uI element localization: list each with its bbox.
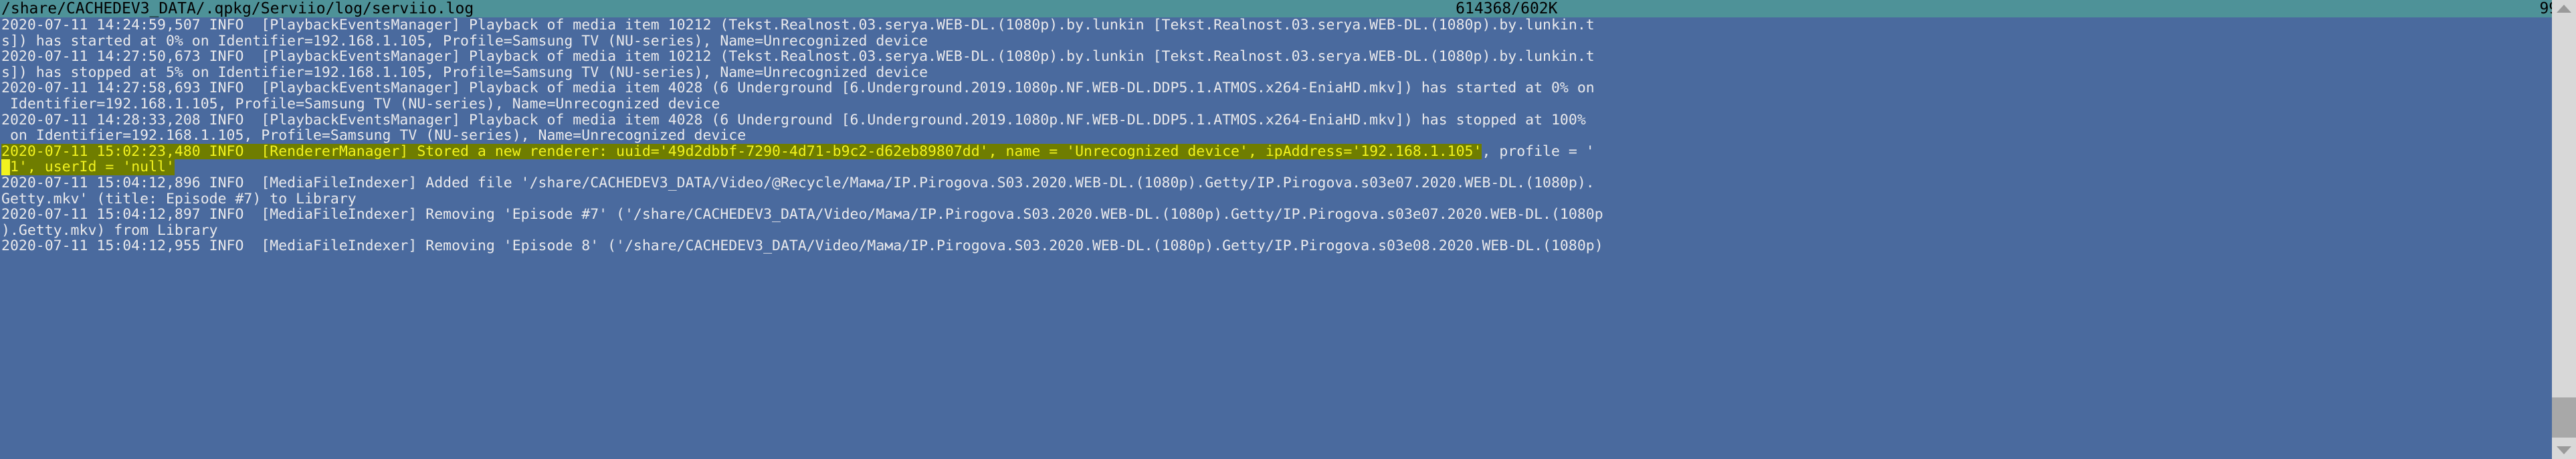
log-line-text: Identifier=192.168.1.105, Profile=Samsun… [1, 96, 720, 112]
log-line: ).Getty.mkv) from Library [0, 223, 2576, 239]
log-line: s]) has started at 0% on Identifier=192.… [0, 33, 2576, 50]
log-line-text: ).Getty.mkv) from Library [1, 222, 218, 239]
file-path-label: /share/CACHEDEV3_DATA/.qpkg/Serviio/log/… [1, 0, 474, 17]
search-match-text: 1', userId = 'null' [10, 159, 175, 175]
scrollbar-track[interactable] [2552, 17, 2576, 442]
log-line: on Identifier=192.168.1.105, Profile=Sam… [0, 128, 2576, 144]
log-text-area[interactable]: 2020-07-11 14:24:59,507 INFO [PlaybackEv… [0, 17, 2576, 459]
log-line: 2020-07-11 15:02:23,480 INFO [RendererMa… [0, 143, 2576, 160]
log-line-text: 2020-07-11 15:04:12,897 INFO [MediaFileI… [1, 207, 1603, 223]
log-line-text: , profile = ' [1482, 143, 1595, 160]
log-line-text: 2020-07-11 15:04:12,955 INFO [MediaFileI… [1, 238, 1603, 254]
byte-position-label: 614368/602K [1456, 0, 1558, 17]
log-line-text: s]) has stopped at 5% on Identifier=192.… [1, 64, 928, 81]
log-line: 2020-07-11 14:24:59,507 INFO [PlaybackEv… [0, 17, 2576, 33]
log-line: 2020-07-11 14:28:33,208 INFO [PlaybackEv… [0, 112, 2576, 128]
log-line-text: 2020-07-11 14:27:50,673 INFO [PlaybackEv… [1, 49, 1595, 65]
log-line: 2020-07-11 15:04:12,897 INFO [MediaFileI… [0, 207, 2576, 223]
log-line: 2020-07-11 15:04:12,955 INFO [MediaFileI… [0, 238, 2576, 254]
log-line-text: 2020-07-11 14:28:33,208 INFO [PlaybackEv… [1, 112, 1586, 128]
log-line: 2020-07-11 14:27:50,673 INFO [PlaybackEv… [0, 49, 2576, 65]
log-line-text: 2020-07-11 14:27:58,693 INFO [PlaybackEv… [1, 80, 1595, 96]
log-line: 1', userId = 'null' [0, 159, 2576, 175]
scrollbar-thumb[interactable] [2552, 397, 2576, 438]
scroll-up-arrow-icon[interactable] [2552, 0, 2576, 17]
log-line-text: 2020-07-11 14:24:59,507 INFO [PlaybackEv… [1, 17, 1595, 33]
log-line: Getty.mkv' (title: Episode #7) to Librar… [0, 191, 2576, 207]
log-line-text: on Identifier=192.168.1.105, Profile=Sam… [1, 128, 747, 144]
vertical-scrollbar[interactable] [2552, 0, 2576, 459]
log-line-text: s]) has started at 0% on Identifier=192.… [1, 33, 928, 50]
log-line: 2020-07-11 14:27:58,693 INFO [PlaybackEv… [0, 80, 2576, 96]
log-line-text: 2020-07-11 15:04:12,896 INFO [MediaFileI… [1, 175, 1595, 191]
search-match-text: 2020-07-11 15:02:23,480 INFO [RendererMa… [1, 143, 1482, 160]
log-line-text: Getty.mkv' (title: Episode #7) to Librar… [1, 191, 357, 207]
log-line: s]) has stopped at 5% on Identifier=192.… [0, 65, 2576, 81]
log-line: Identifier=192.168.1.105, Profile=Samsun… [0, 96, 2576, 112]
log-line: 2020-07-11 15:04:12,896 INFO [MediaFileI… [0, 175, 2576, 191]
viewer-title-bar: /share/CACHEDEV3_DATA/.qpkg/Serviio/log/… [0, 0, 2576, 17]
text-cursor-block [1, 159, 10, 175]
log-file-viewer: /share/CACHEDEV3_DATA/.qpkg/Serviio/log/… [0, 0, 2576, 459]
scroll-down-arrow-icon[interactable] [2552, 442, 2576, 459]
